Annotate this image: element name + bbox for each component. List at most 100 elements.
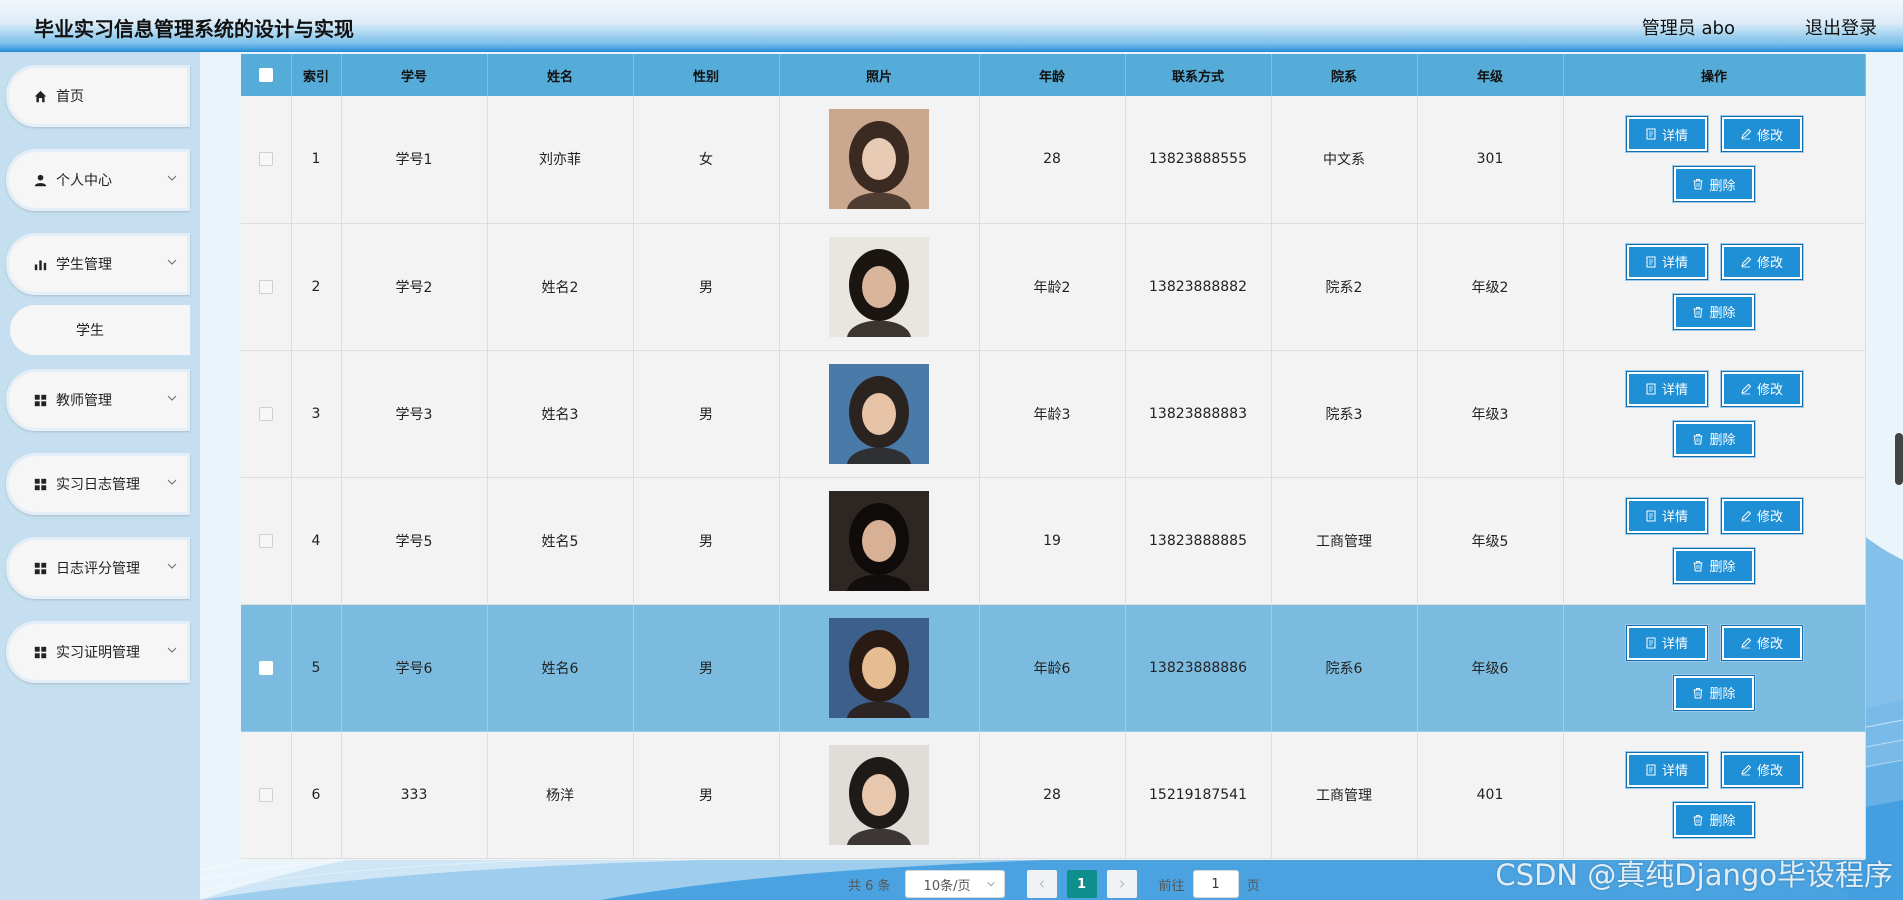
edit-icon (1741, 510, 1752, 521)
row-checkbox[interactable] (258, 406, 273, 421)
detail-button[interactable]: 详情 (1624, 115, 1709, 154)
cell-phone: 13823888885 (1125, 477, 1272, 605)
trash-icon (1693, 560, 1703, 571)
table-row[interactable]: 3 学号3 姓名3 男 年龄3 13823888883 院系3 年级3 详情 修改 删除 (241, 350, 1866, 478)
page-size-select[interactable]: 10条/页 (904, 870, 1005, 898)
cell-grade: 年级3 (1417, 350, 1564, 478)
cell-name: 杨洋 (487, 731, 634, 859)
edit-button-label: 修改 (1756, 509, 1783, 524)
delete-button[interactable]: 删除 (1672, 419, 1756, 458)
sidebar-item-label: 个人中心 (56, 173, 112, 189)
chevron-right-icon (1119, 880, 1125, 888)
detail-button-label: 详情 (1661, 509, 1688, 524)
cell-phone: 13823888882 (1125, 223, 1272, 351)
column-header[interactable]: 性别 (633, 54, 780, 96)
cell-dept: 中文系 (1271, 96, 1418, 224)
scrollbar-thumb[interactable] (1895, 433, 1903, 485)
table-row[interactable]: 6 333 杨洋男 28 15219187541 工商管理 401 详情 修改 删除 (241, 731, 1866, 859)
cell-grade: 401 (1417, 731, 1564, 859)
edit-button[interactable]: 修改 (1719, 369, 1804, 408)
column-header[interactable]: 院系 (1271, 54, 1418, 96)
student-photo[interactable] (829, 490, 929, 591)
sidebar-item-internship-log-management[interactable]: 实习日志管理 (6, 453, 190, 515)
chevron-down-icon (167, 479, 177, 485)
delete-button-label: 删除 (1709, 686, 1736, 701)
delete-button[interactable]: 删除 (1672, 673, 1756, 712)
edit-button[interactable]: 修改 (1719, 750, 1804, 789)
delete-button[interactable]: 删除 (1672, 165, 1756, 204)
sidebar-subitem-student[interactable]: 学生 (10, 305, 190, 355)
detail-button[interactable]: 详情 (1624, 623, 1709, 662)
table-row[interactable]: 2 学号2 姓名2 男 年龄2 13823888882 院系2 年级2 详情 修改 删除 (241, 223, 1866, 351)
page-number-current[interactable]: 1 (1066, 870, 1097, 898)
student-photo[interactable] (829, 236, 929, 337)
student-photo[interactable] (829, 363, 929, 464)
edit-button[interactable]: 修改 (1719, 623, 1804, 662)
cell-age: 28 (979, 731, 1126, 859)
sidebar-item-personal-center[interactable]: 个人中心 (6, 149, 190, 211)
column-header[interactable]: 姓名 (487, 54, 634, 96)
cell-name: 姓名2 (487, 223, 634, 351)
edit-icon (1741, 764, 1752, 775)
goto-page-input[interactable]: 1 (1192, 870, 1239, 898)
document-icon (1646, 510, 1656, 521)
next-page-button[interactable] (1106, 870, 1137, 898)
logout-link[interactable]: 退出登录 (1805, 14, 1877, 40)
detail-button[interactable]: 详情 (1624, 496, 1709, 535)
column-header[interactable]: 索引 (291, 54, 342, 96)
grid-icon (33, 561, 47, 575)
column-header[interactable]: 联系方式 (1125, 54, 1272, 96)
sidebar-item-teacher-management[interactable]: 教师管理 (6, 369, 190, 431)
document-icon (1646, 764, 1656, 775)
sidebar-item-label: 实习日志管理 (56, 477, 140, 493)
row-checkbox[interactable] (258, 279, 273, 294)
trash-icon (1693, 687, 1703, 698)
row-checkbox[interactable] (258, 152, 273, 167)
table-row[interactable]: 1 学号1 刘亦菲女 28 13823888555 中文系 301 详情 修改 删除 (241, 96, 1866, 224)
sidebar: 首页 个人中心 学生管理 学生 教师管理 实习日志管理 日志评分管理 实习证明管… (0, 52, 200, 900)
detail-button-label: 详情 (1661, 127, 1688, 143)
delete-button-label: 删除 (1709, 559, 1736, 574)
row-checkbox[interactable] (258, 660, 273, 675)
cell-age: 19 (979, 477, 1126, 605)
edit-button[interactable]: 修改 (1719, 242, 1804, 281)
trash-icon (1693, 814, 1703, 825)
student-photo[interactable] (829, 744, 929, 845)
row-checkbox[interactable] (258, 533, 273, 548)
table-row[interactable]: 4 学号5 姓名5 男 19 13823888885 工商管理 年级5 详情 修改 删除 (241, 477, 1866, 605)
column-header[interactable]: 年级 (1417, 54, 1564, 96)
edit-button[interactable]: 修改 (1719, 496, 1804, 535)
sidebar-item-home[interactable]: 首页 (6, 65, 190, 127)
table-row[interactable]: 5 学号6 姓名6 男 年龄6 13823888886 院系6 年级6 详情 修改 删除 (241, 604, 1866, 732)
delete-button[interactable]: 删除 (1672, 546, 1756, 585)
sidebar-item-log-score-management[interactable]: 日志评分管理 (6, 537, 190, 599)
cell-name: 姓名5 (487, 477, 634, 605)
student-photo[interactable] (829, 617, 929, 718)
cell-student-no: 学号3 (341, 350, 488, 478)
detail-button[interactable]: 详情 (1624, 242, 1709, 281)
cell-actions: 详情 修改删除 (1563, 96, 1866, 224)
detail-button[interactable]: 详情 (1624, 369, 1709, 408)
sidebar-item-internship-certificate-management[interactable]: 实习证明管理 (6, 621, 190, 683)
student-photo[interactable] (829, 109, 929, 210)
column-header[interactable]: 年龄 (979, 54, 1126, 96)
prev-page-button[interactable] (1026, 870, 1057, 898)
sidebar-item-student-management[interactable]: 学生管理 (6, 233, 190, 295)
column-header[interactable]: 照片 (779, 54, 980, 96)
cell-gender: 男 (633, 731, 780, 859)
cell-name: 姓名3 (487, 350, 634, 478)
column-header[interactable]: 学号 (341, 54, 488, 96)
delete-button[interactable]: 删除 (1672, 800, 1756, 839)
delete-button-label: 删除 (1709, 305, 1736, 320)
row-checkbox[interactable] (258, 787, 273, 802)
cell-photo (779, 96, 980, 224)
admin-label: 管理员 abo (1641, 18, 1735, 39)
row-select-cell (241, 477, 292, 605)
edit-button-label: 修改 (1756, 763, 1783, 778)
select-all-checkbox[interactable] (258, 68, 273, 82)
row-actions: 详情 修改删除 (1614, 242, 1814, 331)
delete-button[interactable]: 删除 (1672, 292, 1756, 331)
detail-button[interactable]: 详情 (1624, 750, 1709, 789)
trash-icon (1693, 179, 1703, 190)
edit-button[interactable]: 修改 (1719, 115, 1804, 154)
